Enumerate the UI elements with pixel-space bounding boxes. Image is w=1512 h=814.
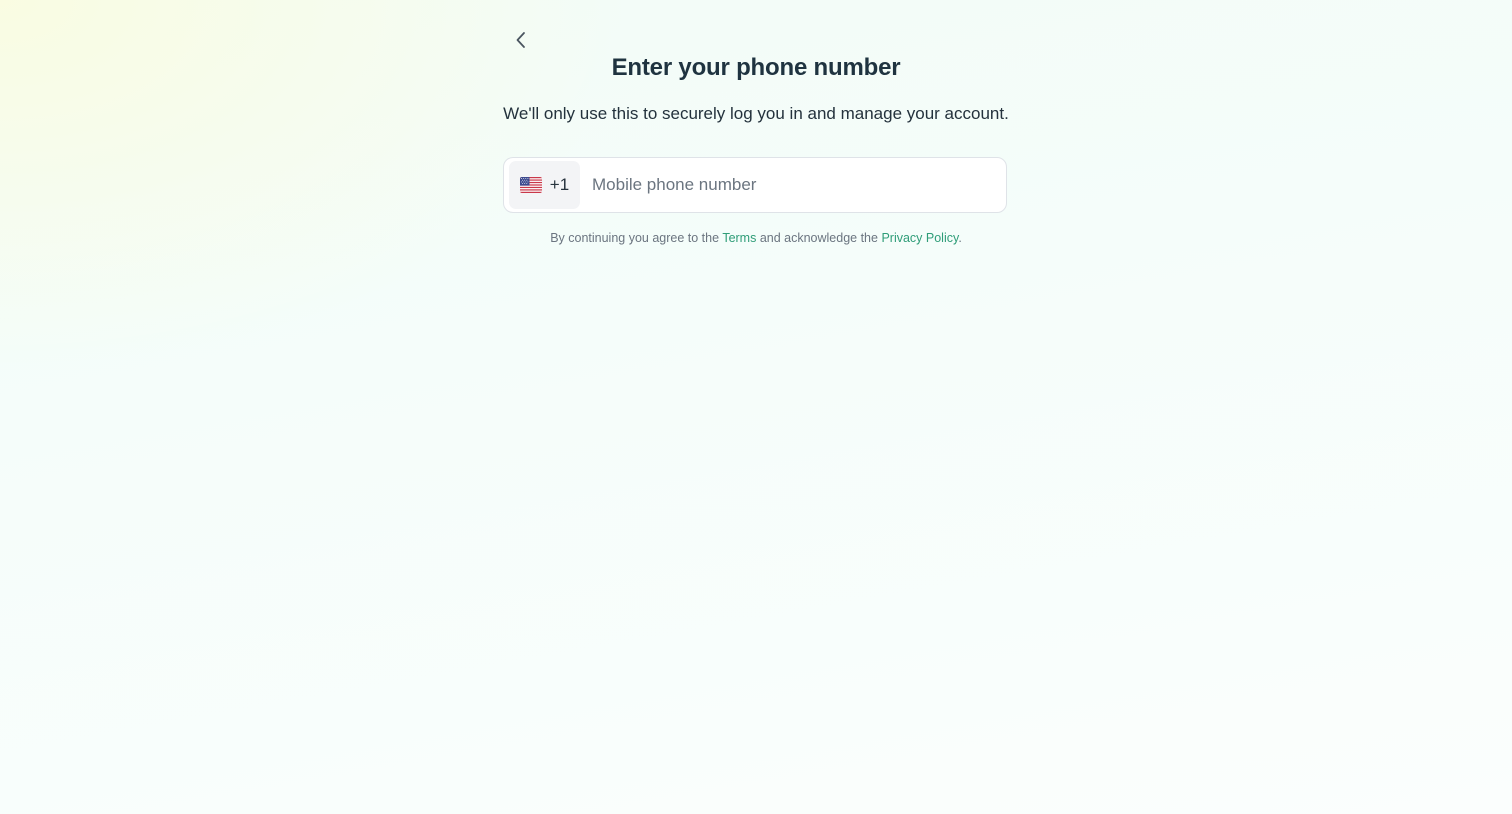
country-code-selector[interactable]: +1 <box>509 161 580 209</box>
chevron-left-icon <box>516 32 525 48</box>
privacy-policy-link[interactable]: Privacy Policy <box>881 231 958 245</box>
legal-suffix: . <box>958 231 962 245</box>
terms-link[interactable]: Terms <box>722 231 756 245</box>
legal-notice: By continuing you agree to the Terms and… <box>0 231 1512 245</box>
phone-number-input[interactable] <box>592 161 1006 209</box>
phone-number-field: +1 <box>503 157 1007 213</box>
dial-code: +1 <box>549 175 570 194</box>
us-flag-icon <box>519 177 542 193</box>
legal-middle: and acknowledge the <box>756 231 882 245</box>
page-title: Enter your phone number <box>611 54 901 81</box>
page-subtitle: We'll only use this to securely log you … <box>503 104 1009 123</box>
legal-prefix: By continuing you agree to the <box>550 231 723 245</box>
back-button[interactable] <box>510 28 532 52</box>
